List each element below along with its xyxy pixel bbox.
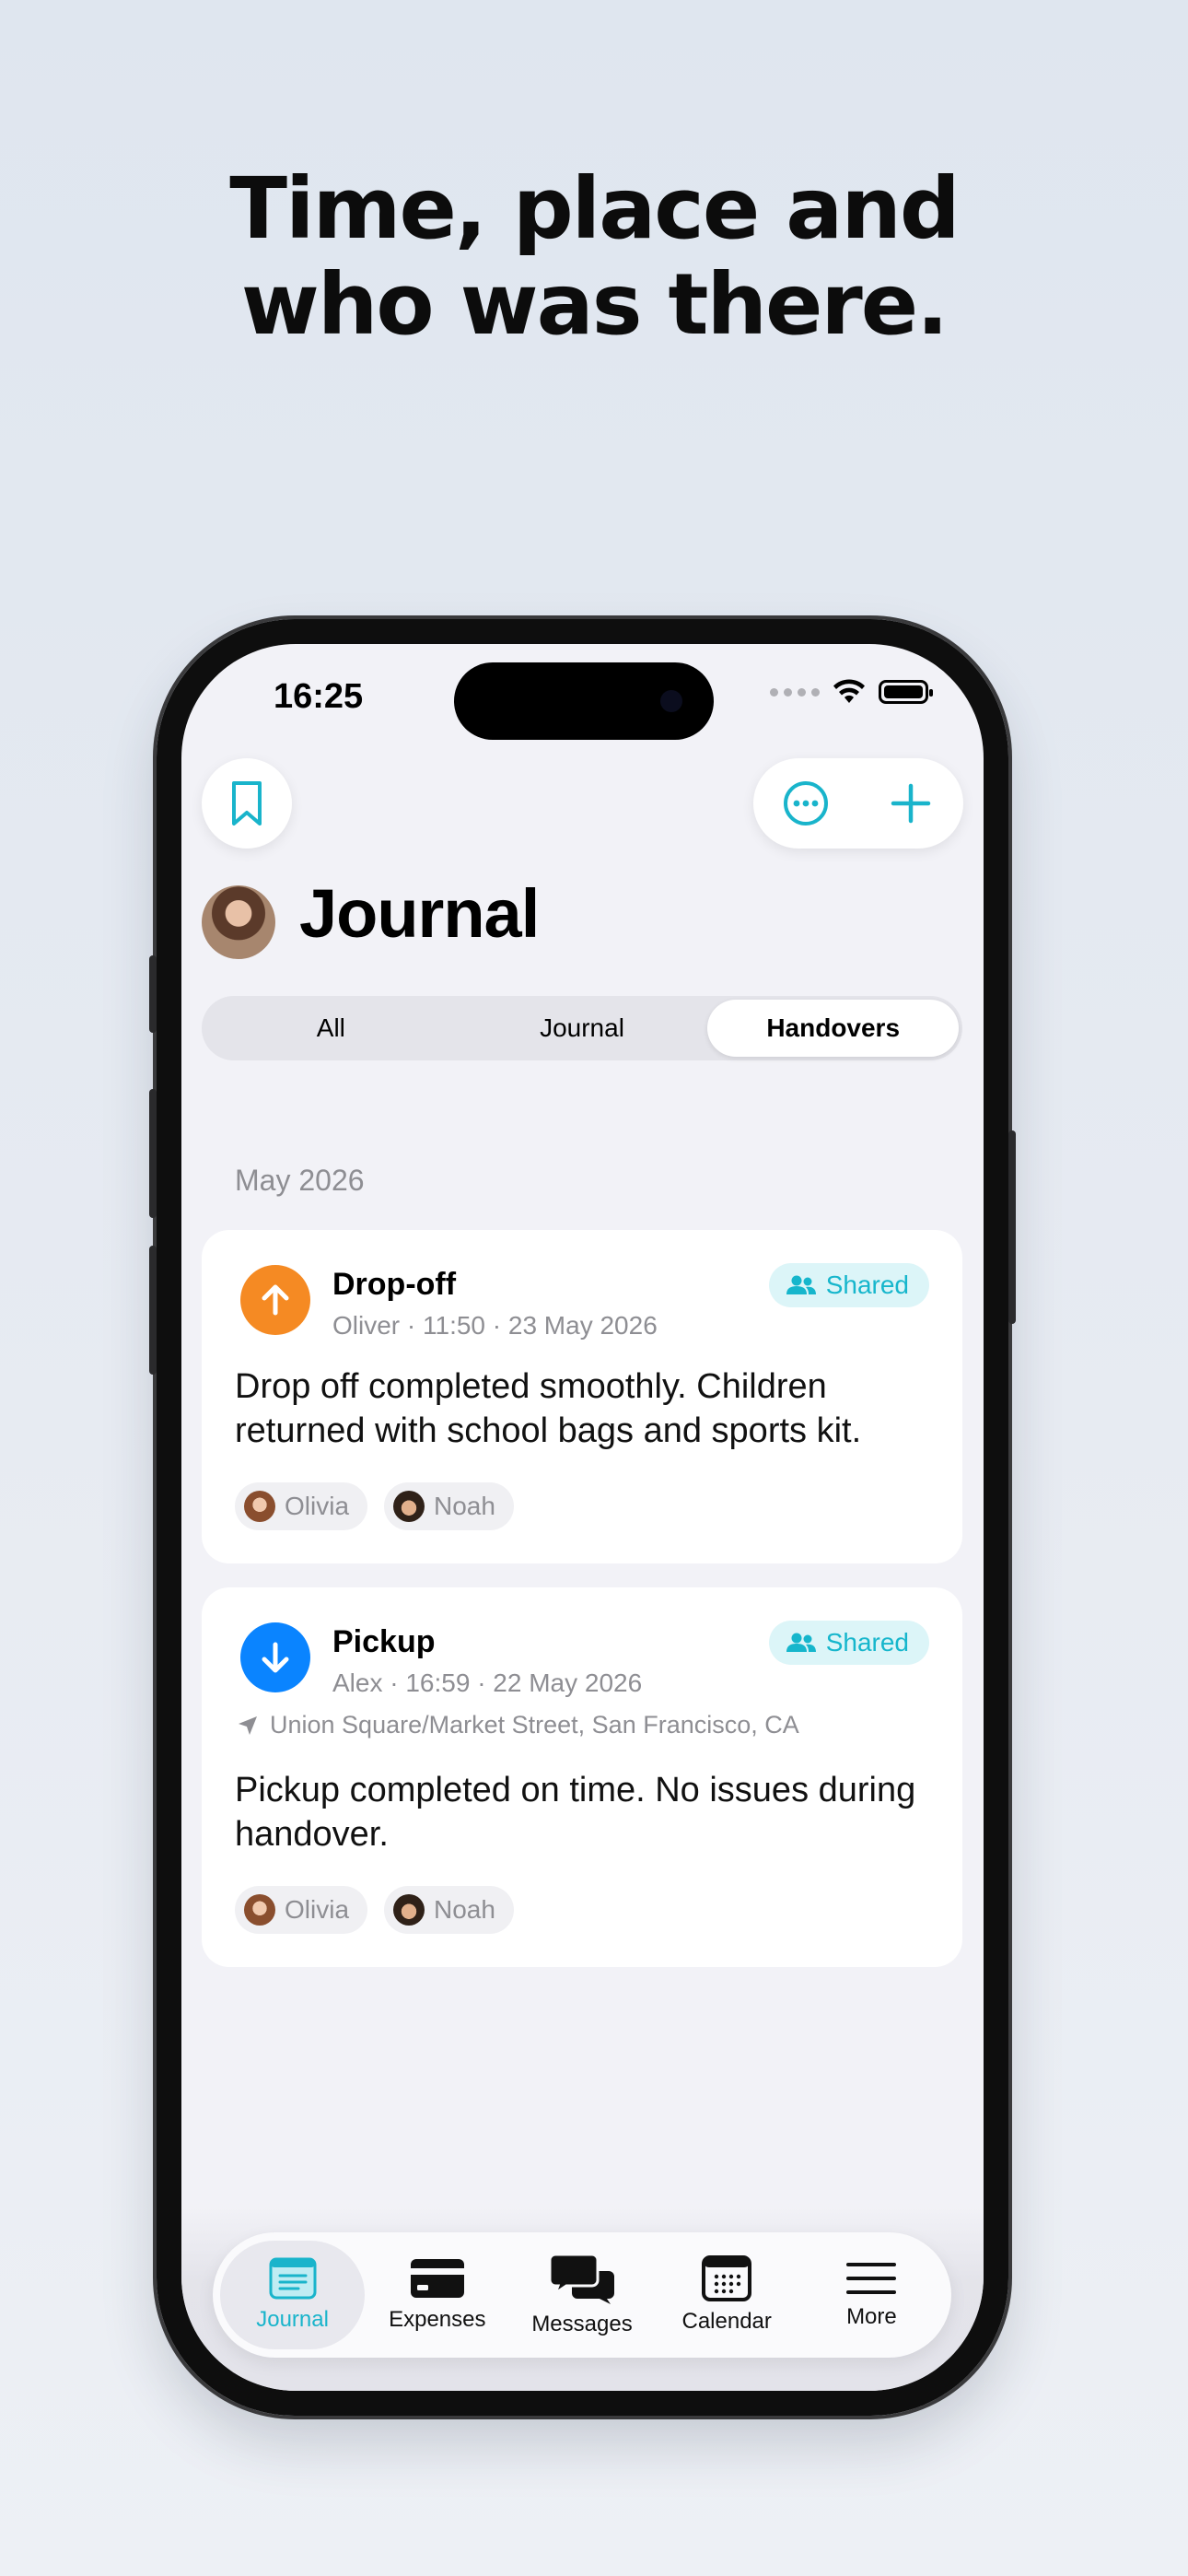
plus-icon [891,783,931,824]
tab-more[interactable]: More [799,2241,944,2349]
camera-icon [660,690,682,712]
card-icon [410,2259,464,2298]
status-indicators [770,679,933,705]
journal-icon [269,2257,317,2300]
person-name: Noah [434,1492,495,1520]
entry-type: Pickup [332,1624,436,1659]
add-entry-button[interactable] [869,762,952,845]
profile-avatar[interactable] [202,885,275,959]
section-header: May 2026 [235,1164,365,1197]
power-button [1008,1130,1016,1324]
shared-label: Shared [825,1628,909,1657]
person-chip[interactable]: Noah [384,1482,514,1530]
segment-all[interactable]: All [205,1000,457,1057]
entry-meta: Oliver · 11:50 · 23 May 2026 [332,1311,658,1340]
tab-label: More [846,2304,897,2329]
tab-messages[interactable]: Messages [509,2241,654,2349]
page-title: Journal [299,875,540,952]
entry-location: Union Square/Market Street, San Francisc… [237,1711,799,1739]
tab-journal[interactable]: Journal [220,2241,366,2349]
entry-body: Pickup completed on time. No issues duri… [235,1771,916,1854]
location-text: Union Square/Market Street, San Francisc… [270,1711,799,1739]
person-name: Olivia [285,1895,350,1924]
chat-bubbles-icon [548,2253,614,2304]
tab-expenses[interactable]: Expenses [365,2241,509,2349]
ellipsis-circle-icon [784,781,828,825]
person-name: Noah [434,1895,495,1924]
battery-icon [879,680,933,704]
shared-badge: Shared [768,1263,929,1307]
person-name: Olivia [285,1492,350,1520]
signal-icon [770,687,820,697]
headline-line-1: Time, place and [229,159,960,258]
avatar [393,1491,425,1522]
bookmark-icon [232,781,262,825]
bookmark-button[interactable] [202,758,292,849]
entry-body: Drop off completed smoothly. Children re… [235,1367,862,1450]
people-icon [786,1275,816,1294]
avatar [244,1491,275,1522]
person-chip[interactable]: Noah [384,1886,514,1934]
header-actions [753,758,963,849]
menu-icon [846,2263,897,2294]
shared-label: Shared [825,1270,909,1299]
tab-label: Expenses [389,2307,486,2332]
handover-card-dropoff[interactable]: Drop-off Oliver · 11:50 · 23 May 2026 Sh… [202,1230,962,1563]
avatar [244,1894,275,1926]
pickup-badge [240,1622,310,1692]
filter-segmented-control: All Journal Handovers [202,996,962,1060]
handover-card-pickup[interactable]: Pickup Alex · 16:59 · 22 May 2026 Shared… [202,1587,962,1967]
action-button [149,955,157,1033]
people-chips: Olivia Noah [235,1886,514,1934]
headline-line-2: who was there. [240,255,949,354]
tab-bar: Journal Expenses Messages Calendar More [213,2232,951,2358]
arrow-down-icon [262,1642,289,1673]
segment-journal[interactable]: Journal [457,1000,708,1057]
location-arrow-icon [239,1715,257,1735]
arrow-up-icon [262,1284,289,1316]
calendar-icon [702,2255,752,2301]
person-chip[interactable]: Olivia [235,1886,368,1934]
dynamic-island [454,662,714,740]
person-chip[interactable]: Olivia [235,1482,368,1530]
people-chips: Olivia Noah [235,1482,514,1530]
segment-handovers[interactable]: Handovers [707,1000,960,1057]
shared-badge: Shared [768,1621,929,1665]
entry-type: Drop-off [332,1267,457,1302]
tab-label: Calendar [681,2309,772,2334]
phone-frame: 16:25 Journal All Journal Handovers May … [149,615,1016,2419]
entry-meta: Alex · 16:59 · 22 May 2026 [332,1669,643,1697]
volume-down-button [149,1246,157,1375]
avatar [393,1894,425,1926]
people-icon [786,1633,816,1652]
phone-screen: 16:25 Journal All Journal Handovers May … [181,644,984,2391]
volume-up-button [149,1089,157,1218]
more-options-button[interactable] [764,762,847,845]
tab-label: Messages [531,2312,633,2336]
dropoff-badge [240,1265,310,1335]
wifi-icon [833,679,865,703]
tab-label: Journal [256,2307,329,2332]
tab-calendar[interactable]: Calendar [655,2241,799,2349]
marketing-headline: Time, place and who was there. [0,161,1188,353]
status-time: 16:25 [274,677,364,716]
